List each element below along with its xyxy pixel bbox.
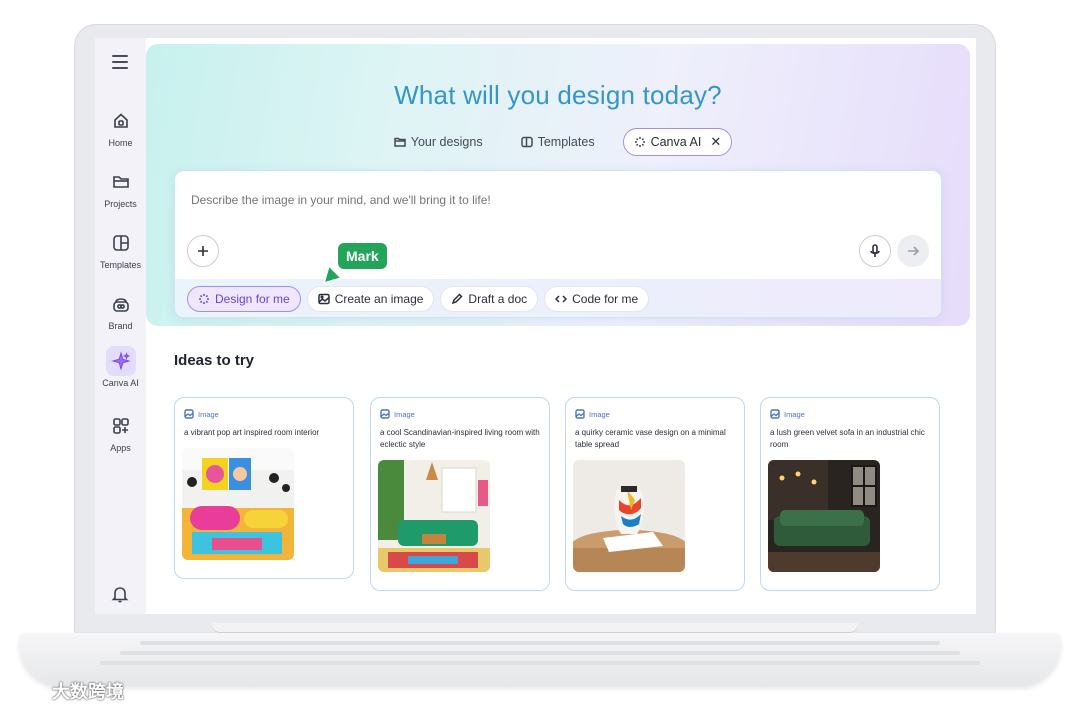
sidebar: Home Projects Templates Brand Canva AI A… (95, 38, 146, 614)
tab-label: Your designs (410, 135, 483, 149)
microphone-icon (870, 244, 880, 257)
tab-label: Templates (537, 135, 595, 149)
card-type: Image (575, 409, 610, 419)
annotation-label: Mark (338, 243, 387, 269)
page-title: What will you design today? (394, 80, 722, 110)
sidebar-item-label: Canva AI (102, 378, 139, 388)
prompt-box: Design for me Create an image Draft a do… (174, 170, 942, 318)
card-type-label: Image (394, 409, 415, 419)
code-icon (555, 295, 568, 303)
sidebar-item-home[interactable]: Home (95, 106, 146, 148)
keyboard-row (100, 661, 980, 665)
keyboard-row (120, 651, 960, 655)
app-screen: Home Projects Templates Brand Canva AI A… (95, 38, 976, 614)
sidebar-item-label: Home (108, 138, 133, 148)
sidebar-item-label: Projects (104, 199, 137, 209)
home-icon (106, 106, 136, 136)
sidebar-item-brand[interactable]: Brand (95, 289, 146, 331)
chip-label: Design for me (215, 292, 290, 306)
sparkle-icon (199, 294, 209, 304)
watermark: 大数跨境 (8, 678, 124, 704)
card-description: a cool Scandinavian-inspired living room… (380, 428, 540, 449)
chip-code-for-me[interactable]: Code for me (544, 286, 650, 312)
idea-card[interactable]: Image a lush green velvet sofa in an ind… (760, 397, 940, 591)
templates-icon (520, 136, 533, 148)
card-description: a vibrant pop art inspired room interior (184, 428, 320, 437)
card-description: a quirky ceramic vase design on a minima… (575, 428, 726, 449)
tab-templates[interactable]: Templates (511, 130, 605, 154)
card-type-label: Image (198, 409, 219, 419)
prompt-input[interactable] (191, 193, 831, 207)
section-title: Ideas to try (174, 352, 255, 369)
folder-icon (106, 167, 136, 197)
idea-card[interactable]: Image a quirky ceramic vase design on a … (565, 397, 745, 591)
hero-banner: What will you design today? Your designs… (146, 44, 970, 326)
brand-icon (106, 289, 136, 319)
card-thumbnail (378, 460, 490, 572)
card-thumbnail (768, 460, 880, 572)
plus-icon (198, 246, 208, 256)
add-button[interactable] (187, 235, 219, 267)
annotation-pointer-icon (322, 264, 343, 285)
idea-card[interactable]: Image a cool Scandinavian-inspired livin… (370, 397, 550, 591)
templates-icon (106, 228, 136, 258)
laptop-hinge (212, 623, 858, 633)
notifications-bell-icon[interactable] (110, 584, 130, 609)
image-icon (770, 409, 780, 419)
chip-label: Draft a doc (468, 292, 528, 306)
watermark-text: 大数跨境 (52, 682, 124, 702)
folder-icon (394, 137, 406, 147)
chip-create-an-image[interactable]: Create an image (306, 286, 435, 312)
apps-icon (106, 411, 136, 441)
chip-label: Code for me (572, 292, 639, 306)
chip-design-for-me[interactable]: Design for me (187, 286, 301, 312)
chip-label: Create an image (334, 292, 424, 306)
pen-icon (452, 293, 463, 305)
image-icon (317, 293, 330, 305)
sidebar-item-label: Apps (110, 443, 131, 453)
card-type-label: Image (589, 409, 610, 419)
sparkle-icon (634, 137, 645, 147)
image-icon (575, 409, 585, 419)
main-content: What will you design today? Your designs… (146, 38, 976, 614)
card-description: a lush green velvet sofa in an industria… (770, 428, 925, 449)
idea-card[interactable]: Image a vibrant pop art inspired room in… (174, 397, 354, 579)
card-type: Image (770, 409, 805, 419)
mode-chip-bar: Design for me Create an image Draft a do… (175, 279, 941, 317)
keyboard-row (140, 641, 940, 645)
card-type: Image (380, 409, 415, 419)
sidebar-item-canva-ai[interactable]: Canva AI (95, 346, 146, 388)
card-type: Image (184, 409, 219, 419)
tab-label: Canva AI (650, 135, 702, 149)
card-thumbnail (573, 460, 685, 572)
sidebar-item-templates[interactable]: Templates (95, 228, 146, 270)
sidebar-item-label: Templates (99, 260, 142, 270)
hero-tabs: Your designs Templates Canva AI ✕ (146, 128, 970, 156)
sidebar-item-apps[interactable]: Apps (95, 411, 146, 453)
arrow-right-icon (908, 246, 920, 256)
send-button[interactable] (897, 235, 929, 267)
close-icon[interactable]: ✕ (710, 134, 721, 150)
watermark-logo-icon (10, 684, 45, 698)
card-type-label: Image (784, 409, 805, 419)
card-thumbnail (182, 448, 294, 560)
menu-icon[interactable] (112, 55, 128, 69)
tab-canva-ai[interactable]: Canva AI ✕ (622, 128, 733, 156)
image-icon (184, 409, 194, 419)
microphone-button[interactable] (859, 235, 891, 267)
sidebar-item-projects[interactable]: Projects (95, 167, 146, 209)
sparkle-icon (105, 346, 136, 376)
chip-draft-a-doc[interactable]: Draft a doc (440, 286, 539, 312)
image-icon (380, 409, 390, 419)
tab-your-designs[interactable]: Your designs (384, 130, 493, 154)
sidebar-item-label: Brand (108, 321, 133, 331)
